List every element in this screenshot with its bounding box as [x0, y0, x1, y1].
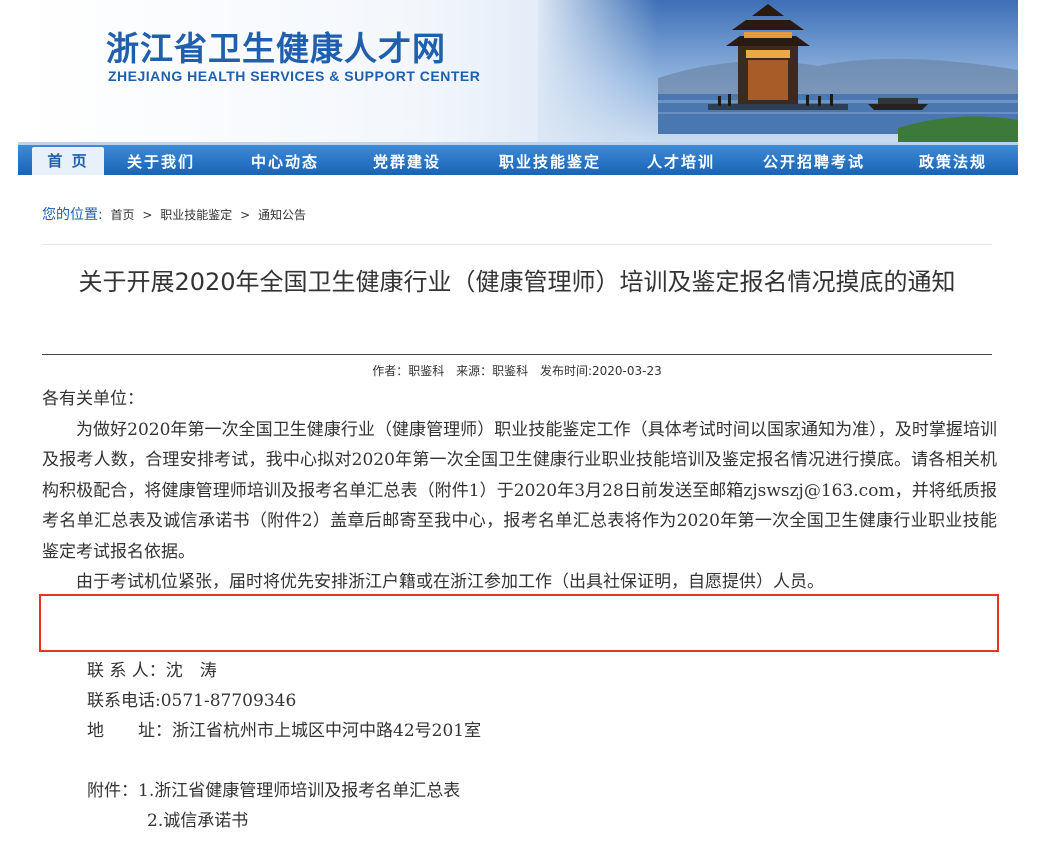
breadcrumb-home[interactable]: 首页	[111, 208, 135, 222]
nav-recruitment[interactable]: 公开招聘考试	[752, 149, 876, 175]
breadcrumb-separator: >	[240, 208, 251, 222]
highlight-box	[39, 594, 999, 652]
nav-skill-appraisal[interactable]: 职业技能鉴定	[488, 149, 612, 175]
site-logo-title[interactable]: 浙江省卫生健康人才网	[106, 22, 446, 70]
nav-news[interactable]: 中心动态	[242, 149, 328, 175]
contact-address: 地 址：浙江省杭州市上城区中河中路42号201室	[87, 721, 482, 741]
attachment-link[interactable]: 2.诚信承诺书	[147, 806, 248, 831]
article-source: 来源：职鉴科	[456, 364, 529, 378]
article-paragraph-highlighted: 由于考试机位紧张，届时将优先安排浙江户籍或在浙江参加工作（出具社保证明，自愿提供…	[76, 572, 824, 592]
nav-home[interactable]: 首 页	[32, 147, 104, 175]
nav-policy[interactable]: 政策法规	[910, 149, 996, 175]
west-lake-pavilion-banner	[538, 0, 1018, 142]
article-body: 各有关单位： 为做好2020年第一次全国卫生健康行业（健康管理师）职业技能鉴定工…	[42, 384, 997, 598]
breadcrumb: 您的位置: 首页 > 职业技能鉴定 > 通知公告	[42, 204, 310, 224]
contact-phone: 联系电话:0571-87709346	[87, 691, 297, 711]
breadcrumb-separator: >	[142, 208, 153, 222]
site-logo-subtitle: ZHEJIANG HEALTH SERVICES & SUPPORT CENTE…	[108, 68, 481, 84]
article-salutation: 各有关单位：	[42, 389, 144, 409]
breadcrumb-skill-appraisal[interactable]: 职业技能鉴定	[160, 208, 232, 222]
article-title: 关于开展2020年全国卫生健康行业（健康管理师）培训及鉴定报名情况摸底的通知	[78, 268, 956, 296]
title-divider	[42, 354, 992, 355]
attachment-link[interactable]: 附件：1.浙江省健康管理师培训及报考名单汇总表	[87, 776, 460, 801]
nav-training[interactable]: 人才培训	[638, 149, 724, 175]
contact-person: 联 系 人：沈 涛	[87, 661, 217, 681]
breadcrumb-label: 您的位置:	[42, 207, 103, 223]
site-header: 浙江省卫生健康人才网 ZHEJIANG HEALTH SERVICES & SU…	[18, 0, 1018, 142]
nav-party[interactable]: 党群建设	[364, 149, 450, 175]
divider	[42, 244, 992, 245]
article-paragraph: 为做好2020年第一次全国卫生健康行业（健康管理师）职业技能鉴定工作（具体考试时…	[42, 419, 997, 562]
article-meta: 作者：职鉴科 来源：职鉴科 发布时间:2020-03-23	[42, 362, 992, 379]
main-nav: 首 页 关于我们 中心动态 党群建设 职业技能鉴定 人才培训 公开招聘考试 政策…	[18, 142, 1018, 175]
article-author: 作者：职鉴科	[372, 364, 445, 378]
article-date: 发布时间:2020-03-23	[539, 364, 662, 378]
breadcrumb-notices[interactable]: 通知公告	[258, 208, 306, 222]
nav-about[interactable]: 关于我们	[118, 149, 204, 175]
